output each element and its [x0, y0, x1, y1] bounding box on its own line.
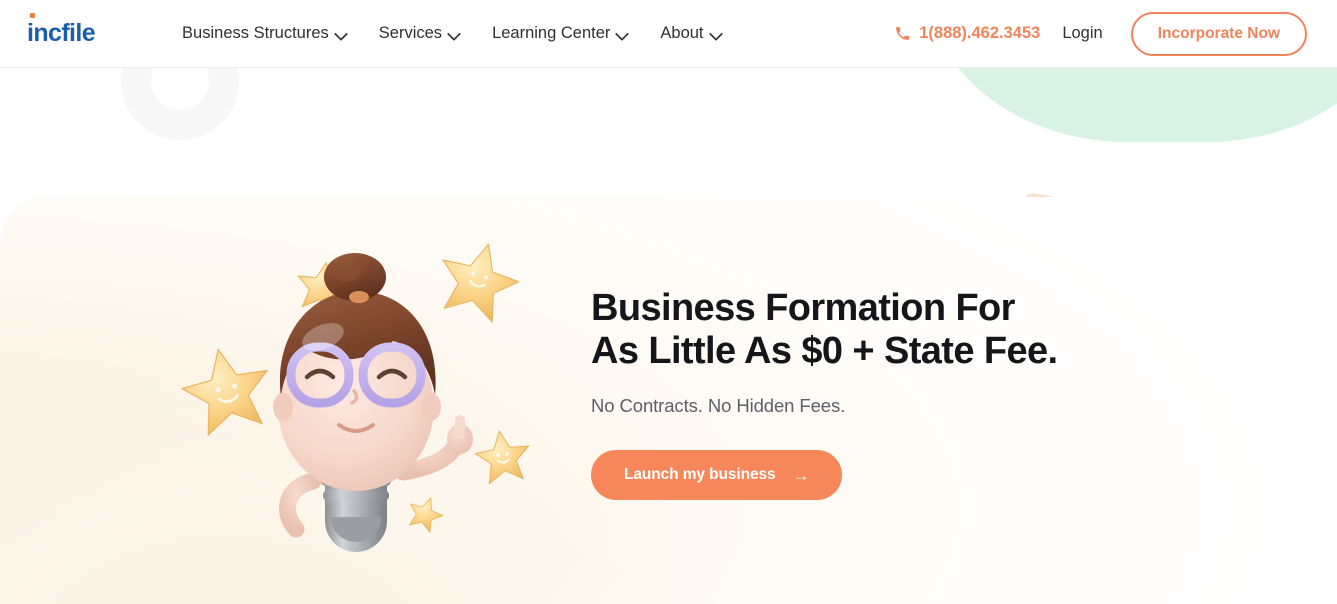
nav-label: Services: [378, 24, 443, 42]
phone-number: 1(888).462.3453: [919, 24, 1041, 42]
launch-my-business-button[interactable]: Launch my business →: [591, 450, 843, 500]
logo-text: incfile: [27, 19, 96, 47]
hero-section: Business Formation For As Little As $0 +…: [0, 197, 1337, 604]
logo-dot-icon: [30, 13, 35, 18]
nav-label: Business Structures: [182, 24, 329, 42]
nav-item-services[interactable]: Services: [363, 16, 476, 51]
nav-label: Learning Center: [492, 24, 611, 42]
incfile-logo[interactable]: incfile: [27, 13, 96, 47]
site-header: incfile Business Structures Services Lea…: [0, 0, 1337, 68]
phone-link[interactable]: 1(888).462.3453: [894, 24, 1040, 43]
page-root: Business Formation For As Little As $0 +…: [0, 0, 1337, 604]
nav-item-about[interactable]: About: [644, 16, 737, 51]
incorporate-now-button[interactable]: Incorporate Now: [1130, 11, 1307, 56]
header-actions: 1(888).462.3453 Login Incorporate Now: [894, 11, 1307, 56]
hero-subheadline: No Contracts. No Hidden Fees.: [591, 395, 846, 416]
lightbulb-character: [273, 253, 473, 552]
hero-illustration: [181, 243, 530, 552]
launch-button-label: Launch my business: [624, 466, 776, 483]
nav-label: About: [660, 24, 704, 42]
chevron-down-icon: [449, 29, 460, 40]
login-link[interactable]: Login: [1062, 24, 1102, 43]
chevron-down-icon: [617, 29, 628, 40]
hero-copy: Business Formation For As Little As $0 +…: [591, 287, 1061, 500]
chevron-down-icon: [336, 29, 347, 40]
hero-headline: Business Formation For As Little As $0 +…: [591, 287, 1058, 372]
nav-item-business-structures[interactable]: Business Structures: [166, 16, 363, 51]
nav-item-learning-center[interactable]: Learning Center: [476, 16, 644, 51]
phone-icon: [896, 27, 910, 40]
primary-navigation: Business Structures Services Learning Ce…: [166, 16, 737, 51]
arrow-right-icon: →: [792, 465, 810, 485]
chevron-down-icon: [711, 29, 722, 40]
